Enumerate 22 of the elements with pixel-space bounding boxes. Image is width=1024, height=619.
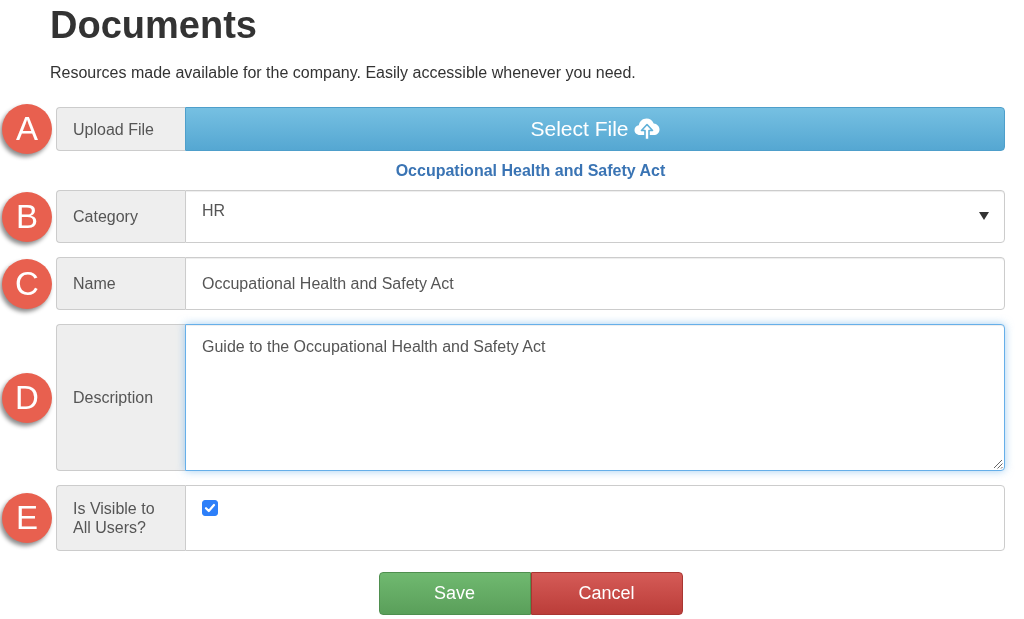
- callout-marker: E: [2, 493, 52, 543]
- field-label: Is Visible to All Users?: [56, 485, 185, 551]
- cancel-button[interactable]: Cancel: [530, 572, 683, 615]
- checkmark-icon: [203, 501, 217, 515]
- page-title: Documents: [50, 3, 257, 47]
- resize-grip-icon[interactable]: [993, 459, 1003, 469]
- callout-marker: D: [2, 372, 52, 423]
- field-label: Description: [56, 324, 185, 471]
- callout-marker: C: [2, 258, 52, 309]
- file-name: Occupational Health and Safety Act: [395, 161, 666, 180]
- field-label: Name: [56, 257, 185, 310]
- page-description: Resources made available for the company. Easily accessible whenever you need.: [50, 63, 636, 83]
- callout-marker: A: [2, 104, 52, 154]
- field-label: Category: [56, 190, 185, 243]
- visible-checkbox[interactable]: [202, 500, 218, 516]
- description-textarea[interactable]: Guide to the Occupational Health and Safety Act: [185, 324, 1005, 471]
- callout-marker: B: [2, 191, 52, 242]
- name-input[interactable]: Occupational Health and Safety Act: [185, 257, 1005, 310]
- field-label: Upload File: [56, 107, 185, 151]
- caret-icon: [979, 212, 989, 220]
- category-select[interactable]: HR: [185, 190, 1005, 243]
- cloud-upload-icon: [633, 118, 660, 140]
